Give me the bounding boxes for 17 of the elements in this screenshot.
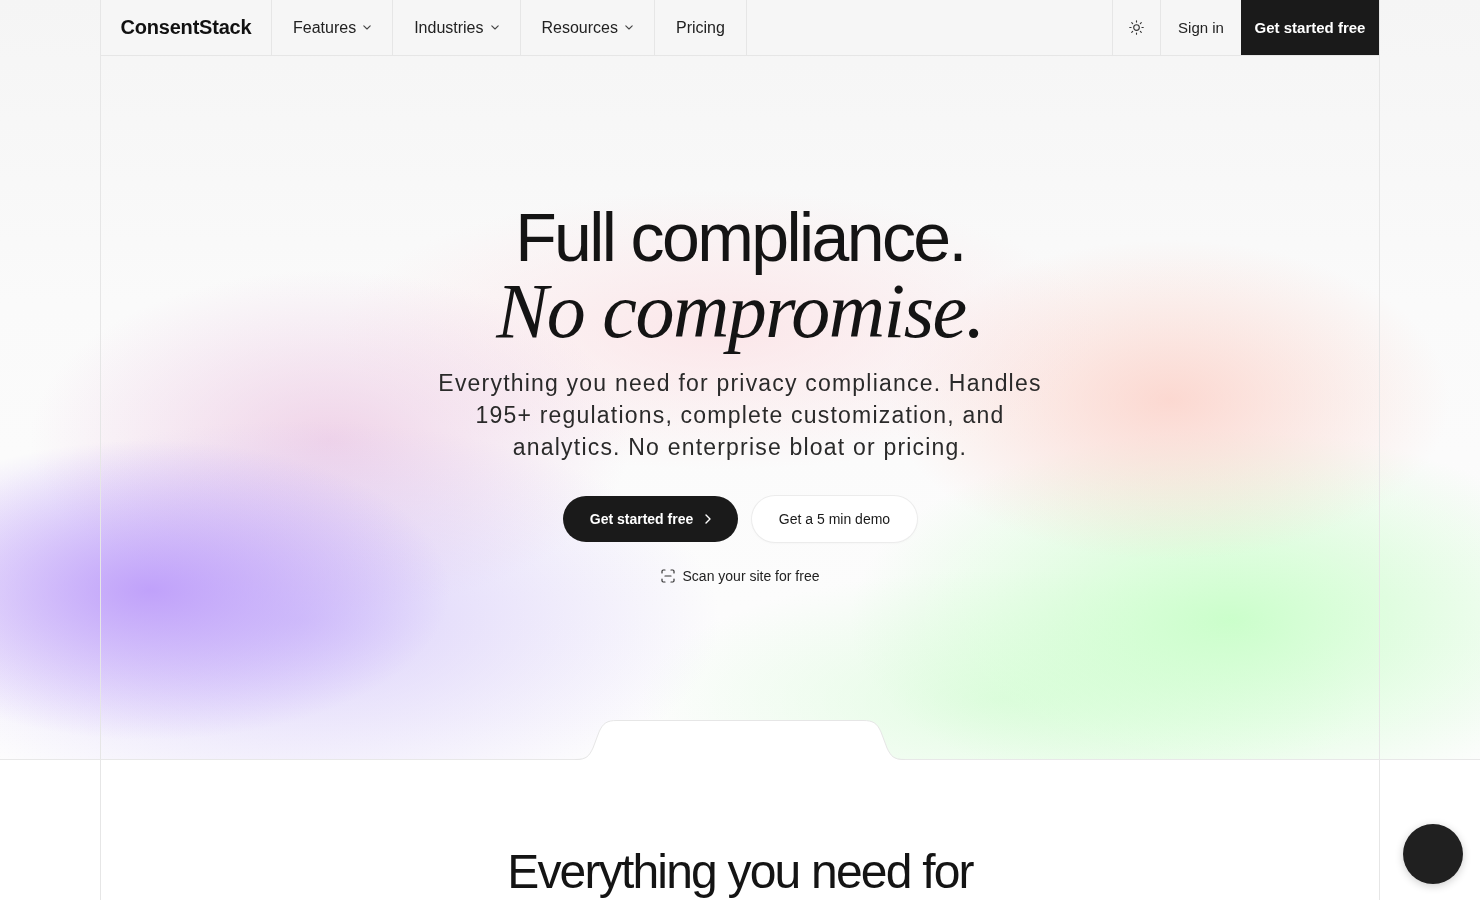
sun-icon [1129,20,1144,35]
nav-menu-item[interactable]: Resources [520,0,655,55]
get-started-button[interactable]: Get started free [1241,0,1379,55]
hero-subtitle: Everything you need for privacy compliance. Handles 195+ regulations, complete customization, and analytics. No enterprise bloat or pricing. [437,369,1043,462]
section-heading: Everything you need for [507,846,973,898]
get-started-button[interactable]: Get started free [563,496,738,542]
sign-in-link[interactable]: Sign in [1161,0,1241,55]
nav-menu-item[interactable]: Industries [393,0,521,55]
nav-menu-item[interactable]: Features [272,0,394,55]
chat-launcher-button[interactable] [1403,824,1463,884]
theme-toggle-button[interactable] [1112,0,1161,55]
nav-menu-item[interactable]: Pricing [655,0,747,55]
demo-button[interactable]: Get a 5 min demo [752,496,917,542]
scan-site-link[interactable]: Scan your site for free [660,566,820,586]
chevron-right-icon [705,514,712,524]
scan-frame-icon [660,569,675,583]
logo-wordmark[interactable]: ConsentStack [120,16,252,39]
